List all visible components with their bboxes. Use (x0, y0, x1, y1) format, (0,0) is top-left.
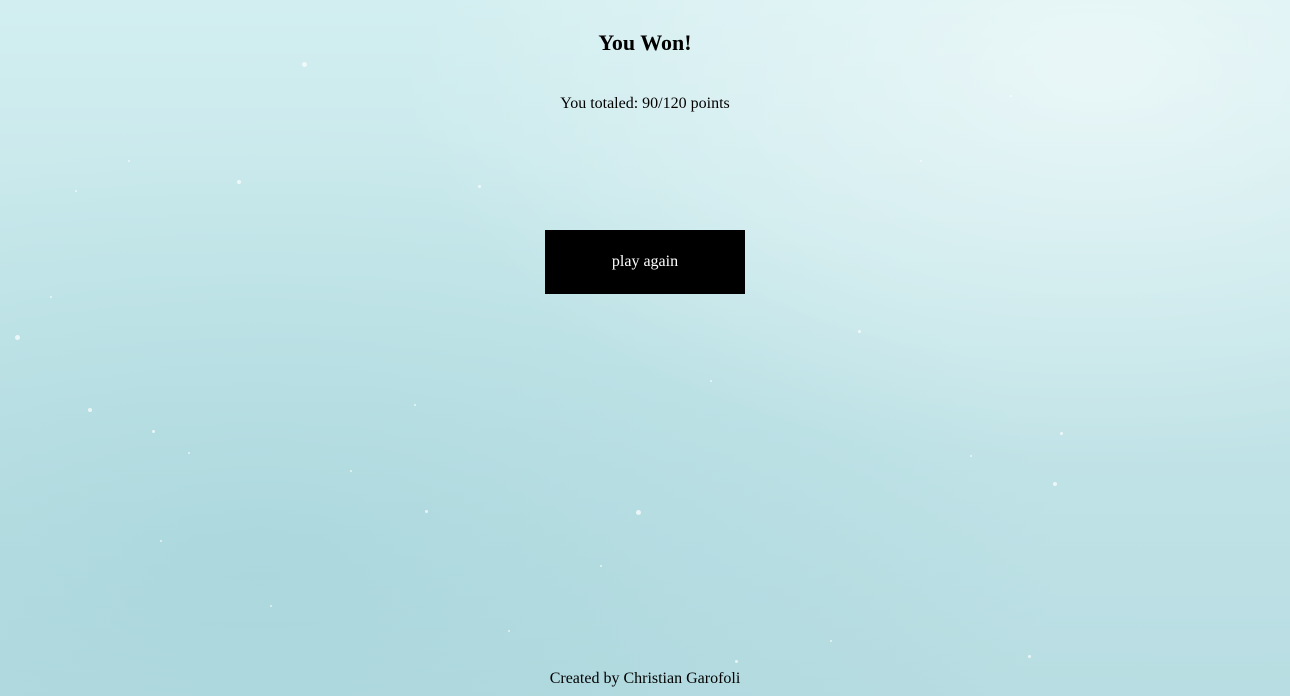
background-speck (1053, 482, 1057, 486)
background-speck (1028, 655, 1031, 658)
background-speck (735, 660, 738, 663)
background-speck (15, 335, 20, 340)
score-label: You totaled: (560, 95, 643, 112)
footer-credit: Created by Christian Garofoli (549, 670, 741, 687)
background-speck (350, 470, 352, 472)
background-speck (425, 510, 428, 513)
background-speck (478, 185, 481, 188)
background-speck (508, 630, 510, 632)
score-unit: points (686, 95, 730, 112)
background-speck (237, 180, 241, 184)
score-summary: You totaled: 90/120 points (0, 94, 1290, 114)
background-speck (970, 455, 972, 457)
background-speck (88, 408, 92, 412)
background-speck (75, 190, 77, 192)
score-value: 90/120 (642, 95, 687, 112)
background-speck (50, 296, 52, 298)
background-speck (414, 404, 416, 406)
background-speck (830, 640, 832, 642)
background-speck (636, 510, 641, 515)
background-speck (302, 62, 307, 67)
background-speck (152, 430, 155, 433)
background-speck (188, 452, 190, 454)
background-speck (920, 160, 922, 162)
background-speck (160, 540, 162, 542)
background-speck (600, 565, 602, 567)
background-speck (270, 605, 272, 607)
play-again-button[interactable]: play again (545, 230, 745, 294)
background-speck (710, 380, 712, 382)
background-speck (858, 330, 861, 333)
background-speck (1060, 432, 1063, 435)
result-title: You Won! (598, 30, 692, 55)
background-speck (128, 160, 130, 162)
